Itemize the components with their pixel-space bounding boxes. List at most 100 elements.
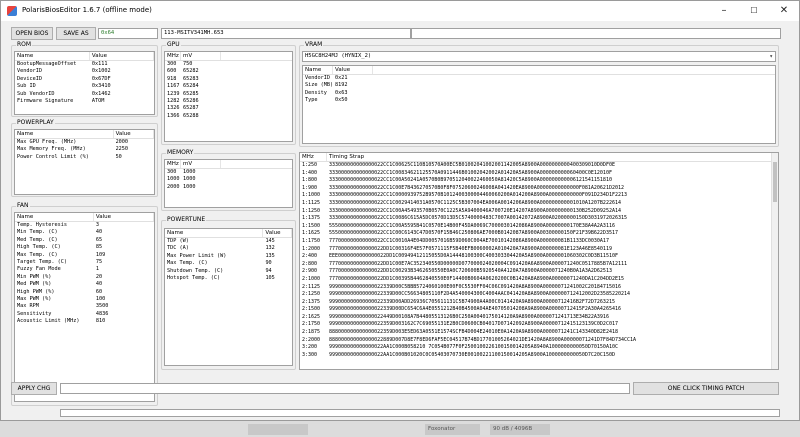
- table-row[interactable]: 2:1375 999000000000000022339D00ADD26936C7…: [300, 299, 778, 307]
- vram-select[interactable]: H5GC8H24MJ (HYNIX_2) ▾: [302, 51, 776, 62]
- fan-list[interactable]: Name Value Temp. Hysteresis 3 Min Temp. (C…: [14, 212, 155, 402]
- column-header[interactable]: Name: [303, 66, 333, 74]
- column-header[interactable]: Name: [165, 229, 264, 237]
- taskbar-item[interactable]: 90 dB / 4096B: [490, 424, 550, 435]
- table-row[interactable]: Sub VendorID 0x1462: [15, 91, 154, 98]
- column-header[interactable]: MHz: [300, 153, 327, 161]
- maximize-icon[interactable]: ☐: [739, 1, 769, 21]
- one-click-timing-patch-button[interactable]: ONE CLICK TIMING PATCH: [633, 382, 779, 395]
- scrollbar-thumb[interactable]: [773, 162, 777, 202]
- table-row[interactable]: Temp. Hysteresis 3: [15, 222, 154, 229]
- column-header[interactable]: Value: [114, 130, 154, 138]
- table-row[interactable]: 3:200 999000000000000022AA1C000B058210 7C…: [300, 344, 778, 352]
- timing-list[interactable]: MHz Timing Strap 1:250 333000000000000022…: [299, 152, 779, 370]
- offset-field[interactable]: 0x64: [98, 28, 158, 39]
- column-header[interactable]: MHz: [165, 160, 181, 168]
- table-row[interactable]: Max Memory Freq. (MHz) 2250: [15, 146, 154, 153]
- table-row[interactable]: Min PWM (%) 20: [15, 274, 154, 281]
- taskbar-item[interactable]: Foxonator: [425, 424, 480, 435]
- table-row[interactable]: 2:1250 999000000000000022339D00CC56634805…: [300, 291, 778, 299]
- table-row[interactable]: Hotspot Temp. (C) 105: [165, 275, 292, 282]
- table-row[interactable]: 1239 65285: [165, 91, 292, 98]
- powerplay-list[interactable]: Name Value Max GPU Freq. (MHz) 2000 Max Me…: [14, 129, 155, 195]
- table-row[interactable]: Target Temp. (C) 75: [15, 259, 154, 266]
- table-row[interactable]: VendorID 0x21: [303, 75, 775, 82]
- table-row[interactable]: 1:800 333000000000000022CC1C00A50241A0570…: [300, 177, 778, 185]
- table-row[interactable]: 2:1750 999000000000000022359D003162C7C690…: [300, 321, 778, 329]
- table-row[interactable]: TDC (A) 132: [165, 245, 292, 252]
- column-header[interactable]: Name: [15, 213, 94, 221]
- column-header[interactable]: Value: [90, 52, 154, 60]
- table-row[interactable]: Med Temp. (C) 65: [15, 237, 154, 244]
- table-row[interactable]: Shutdown Temp. (C) 94: [165, 268, 292, 275]
- open-bios-button[interactable]: OPEN BIOS: [11, 27, 53, 40]
- table-row[interactable]: 2:1125 999000000000000022339D00C5BBB57240…: [300, 284, 778, 292]
- info-field[interactable]: [411, 28, 781, 39]
- table-row[interactable]: High Temp. (C) 85: [15, 244, 154, 251]
- column-header[interactable]: mV: [181, 160, 221, 168]
- table-row[interactable]: Type 0x50: [303, 97, 775, 104]
- column-header[interactable]: mV: [181, 52, 221, 60]
- gpu-list[interactable]: MHz mV 300 750 600 65282 918 65283 1167 65284 12…: [164, 51, 293, 142]
- table-row[interactable]: Power Control Limit (%) 50: [15, 154, 154, 161]
- table-row[interactable]: 1:900 333000000000000022CC1C00E7B43627057…: [300, 185, 778, 193]
- table-row[interactable]: TDP (W) 145: [165, 238, 292, 245]
- column-header[interactable]: Value: [94, 213, 154, 221]
- table-row[interactable]: 3:300 999000000000000022AA1C000B01020C0C0…: [300, 352, 778, 360]
- table-row[interactable]: 1:1375 333000000000000022CC1C0086C615A5DC…: [300, 215, 778, 223]
- table-row[interactable]: Density 0x63: [303, 90, 775, 97]
- powertune-list[interactable]: Name Value TDP (W) 145 TDC (A) 132 Max Power…: [164, 228, 293, 366]
- close-icon[interactable]: ✕: [769, 1, 799, 21]
- save-as-button[interactable]: SAVE AS: [56, 27, 96, 40]
- table-row[interactable]: 2:900 777000000000000022DD1C00293B3462650…: [300, 268, 778, 276]
- vram-list[interactable]: Name Value VendorID 0x21 Size (MB) 8192 Dens…: [302, 65, 776, 144]
- table-row[interactable]: 2:1875 888000000000000022359D003E5ED63A05…: [300, 329, 778, 337]
- table-row[interactable]: 2:400 EEE0000000000000022DD1C009494121150…: [300, 253, 778, 261]
- table-row[interactable]: 1:1750 777000000000000022CC1C0010A4E04DD0…: [300, 238, 778, 246]
- table-row[interactable]: 1:1250 333000000000000022CC1C00A45493570B…: [300, 208, 778, 216]
- table-row[interactable]: Acoustic Limit (MHz) 810: [15, 318, 154, 325]
- column-header[interactable]: Name: [15, 52, 90, 60]
- table-row[interactable]: Sub ID 0x3410: [15, 83, 154, 90]
- table-row[interactable]: 1:250 333000000000000022CC1C00625C110B105…: [300, 162, 778, 170]
- rom-list[interactable]: Name Value BootupMessageOffset 0x111 Vendo…: [14, 51, 155, 115]
- table-row[interactable]: 2:1500 999000000000000022339D00DC654C6A4E…: [300, 306, 778, 314]
- table-row[interactable]: Min Temp. (C) 40: [15, 229, 154, 236]
- table-row[interactable]: Max Temp. (C) 90: [165, 260, 292, 267]
- column-header[interactable]: Value: [263, 229, 292, 237]
- minimize-icon[interactable]: –: [709, 1, 739, 21]
- memory-list[interactable]: MHz mV 300 1000 1000 1000 2000 1000: [164, 159, 293, 208]
- apply-changes-button[interactable]: APPLY CHG: [11, 382, 57, 395]
- table-row[interactable]: 1:1500 555000000000000022CC1C00A5595B41C0…: [300, 223, 778, 231]
- chevron-down-icon[interactable]: ▾: [769, 53, 773, 60]
- table-row[interactable]: 2000 1000: [165, 184, 292, 191]
- table-row[interactable]: 2:1625 999000000000000022449D00108A7B4480…: [300, 314, 778, 322]
- table-row[interactable]: 1326 65287: [165, 105, 292, 112]
- table-row[interactable]: 1:1125 333000000000000022CC1C0029414031A0…: [300, 200, 778, 208]
- table-row[interactable]: 1:1625 555000000000000022CC1C00C6143C47D0…: [300, 230, 778, 238]
- table-row[interactable]: Max RPM 3500: [15, 303, 154, 310]
- timing-scrollbar[interactable]: [771, 153, 778, 369]
- table-row[interactable]: 918 65283: [165, 76, 292, 83]
- table-row[interactable]: 1:400 333000000000000022CC1C0083462112557…: [300, 170, 778, 178]
- table-row[interactable]: Med PWM (%) 40: [15, 281, 154, 288]
- table-row[interactable]: 1:2000 777000000000000022DD1C00316F4E57F0…: [300, 246, 778, 254]
- table-row[interactable]: High PWM (%) 60: [15, 289, 154, 296]
- table-row[interactable]: Max PWM (%) 100: [15, 296, 154, 303]
- table-row[interactable]: DeviceID 0x67DF: [15, 76, 154, 83]
- table-row[interactable]: VendorID 0x1002: [15, 68, 154, 75]
- table-row[interactable]: Max GPU Freq. (MHz) 2000: [15, 139, 154, 146]
- table-row[interactable]: 1000 1000: [165, 176, 292, 183]
- table-row[interactable]: Firmware Signature ATOM: [15, 98, 154, 105]
- table-row[interactable]: 300 750: [165, 61, 292, 68]
- column-header[interactable]: Name: [15, 130, 114, 138]
- column-header[interactable]: MHz: [165, 52, 181, 60]
- table-row[interactable]: Max Power Limit (W) 135: [165, 253, 292, 260]
- table-row[interactable]: 1167 65284: [165, 83, 292, 90]
- column-header[interactable]: Timing Strap: [327, 153, 772, 161]
- part-number-field[interactable]: 113-MSITV341MH.653: [161, 28, 411, 39]
- table-row[interactable]: 1366 65288: [165, 113, 292, 120]
- table-row[interactable]: Size (MB) 8192: [303, 82, 775, 89]
- table-row[interactable]: Max Temp. (C) 109: [15, 252, 154, 259]
- table-row[interactable]: 2:800 777000000000000022DD1C00E7AC3523405…: [300, 261, 778, 269]
